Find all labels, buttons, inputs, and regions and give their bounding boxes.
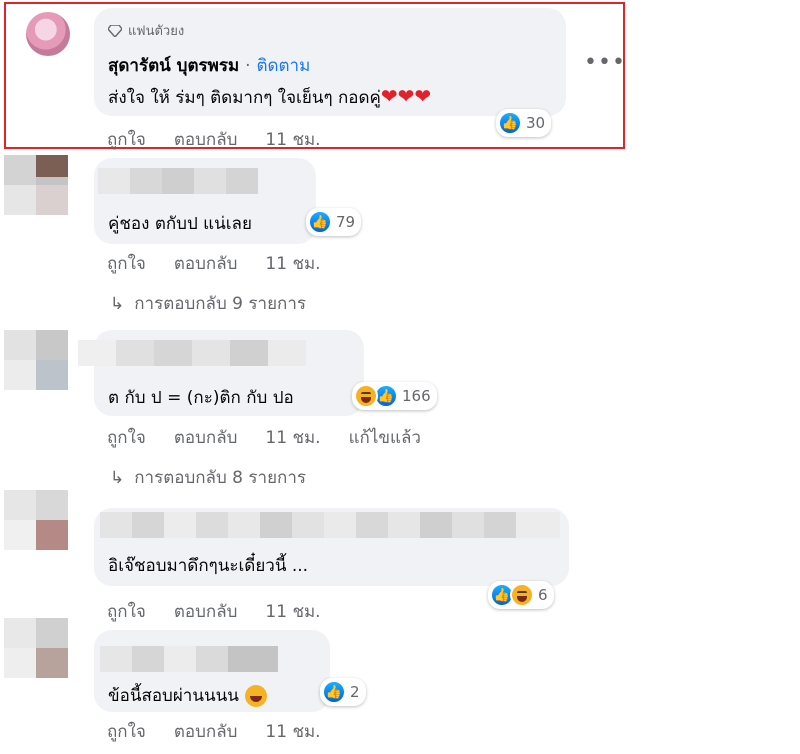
author-name-redacted	[98, 168, 258, 194]
comment-text-body: ข้อนี้สอบผ่านนนน	[108, 686, 239, 706]
comment-text-body: ส่งใจ ให้ ร่มๆ ติดมากๆ ใจเย็นๆ กอดคู่	[108, 88, 381, 108]
reply-button[interactable]: ตอบกลับ	[174, 126, 238, 153]
like-button[interactable]: ถูกใจ	[107, 718, 146, 745]
haha-icon	[354, 384, 378, 408]
reply-arrow-icon: ↳	[110, 293, 125, 314]
reaction-count: 30	[526, 114, 546, 132]
reaction-summary[interactable]: 👍 2	[320, 678, 366, 706]
reaction-summary[interactable]: 👍 6	[488, 581, 554, 609]
separator: ·	[245, 56, 251, 76]
reply-button[interactable]: ตอบกลับ	[174, 598, 238, 625]
like-button[interactable]: ถูกใจ	[107, 126, 146, 153]
thumbs-up-icon: 👍	[498, 111, 522, 135]
reaction-count: 6	[538, 586, 548, 604]
replies-label: การตอบกลับ 9 รายการ	[134, 294, 306, 314]
reaction-summary[interactable]: 👍 166	[352, 382, 437, 410]
timestamp[interactable]: 11 ชม.	[265, 598, 320, 625]
reply-button[interactable]: ตอบกลับ	[174, 250, 238, 277]
haha-icon	[510, 583, 534, 607]
author-name-redacted	[78, 340, 306, 366]
comment-actions: ถูกใจ ตอบกลับ 11 ชม.	[107, 718, 321, 745]
diamond-icon	[108, 24, 122, 37]
timestamp[interactable]: 11 ชม.	[265, 424, 320, 451]
comment-text: ข้อนี้สอบผ่านนนน	[108, 682, 267, 709]
avatar[interactable]	[4, 618, 68, 678]
reaction-count: 79	[336, 213, 356, 231]
thumbs-up-icon: 👍	[322, 680, 346, 704]
avatar[interactable]	[4, 330, 68, 390]
edited-label: แก้ไขแล้ว	[348, 428, 421, 448]
reply-arrow-icon: ↳	[110, 467, 125, 488]
reaction-summary[interactable]: 👍 30	[496, 109, 552, 137]
reaction-count: 2	[350, 683, 360, 701]
comment-actions: ถูกใจ ตอบกลับ 11 ชม.	[107, 250, 321, 277]
reply-button[interactable]: ตอบกลับ	[174, 718, 238, 745]
like-button[interactable]: ถูกใจ	[107, 250, 146, 277]
comment-text: คู่ชอง ตกับป แน่เลย	[108, 214, 252, 234]
replies-label: การตอบกลับ 8 รายการ	[134, 468, 306, 488]
avatar[interactable]	[4, 490, 68, 550]
reply-button[interactable]: ตอบกลับ	[174, 424, 238, 451]
comment-actions: ถูกใจ ตอบกลับ 11 ชม.	[107, 126, 321, 153]
author-name-redacted	[100, 512, 560, 538]
like-button[interactable]: ถูกใจ	[107, 598, 146, 625]
timestamp[interactable]: 11 ชม.	[265, 718, 320, 745]
fan-badge: แฟนตัวยง	[108, 20, 184, 41]
like-button[interactable]: ถูกใจ	[107, 424, 146, 451]
author-name-redacted	[100, 646, 278, 672]
avatar[interactable]	[26, 12, 70, 56]
comment-text: ส่งใจ ให้ ร่มๆ ติดมากๆ ใจเย็นๆ กอดคู่❤❤❤	[108, 84, 431, 111]
reaction-count: 166	[402, 387, 431, 405]
comment-author: สุดารัตน์ บุตรพรม · ติดตาม	[108, 52, 310, 79]
timestamp[interactable]: 11 ชม.	[265, 250, 320, 277]
comment-actions: ถูกใจ ตอบกลับ 11 ชม. แก้ไขแล้ว	[107, 424, 421, 451]
follow-button[interactable]: ติดตาม	[256, 56, 310, 76]
comment-text: ต กับ ป = (กะ)ติก กับ ปอ	[108, 388, 294, 408]
timestamp[interactable]: 11 ชม.	[265, 126, 320, 153]
view-replies-link[interactable]: ↳ การตอบกลับ 8 รายการ	[110, 464, 306, 491]
author-name[interactable]: สุดารัตน์ บุตรพรม	[108, 56, 239, 76]
thumbs-up-icon: 👍	[308, 210, 332, 234]
avatar[interactable]	[4, 155, 68, 215]
reaction-summary[interactable]: 👍 79	[306, 208, 362, 236]
comment-text: อิเจ๊ชอบมาดึกๆนะเดี๋ยวนี้ ...	[108, 556, 309, 576]
more-options-icon[interactable]: •••	[584, 50, 626, 75]
view-replies-link[interactable]: ↳ การตอบกลับ 9 รายการ	[110, 290, 306, 317]
badge-label: แฟนตัวยง	[128, 24, 185, 39]
laughing-emoji-icon	[244, 685, 267, 707]
heart-emojis: ❤❤❤	[380, 84, 432, 108]
comment-actions: ถูกใจ ตอบกลับ 11 ชม.	[107, 598, 321, 625]
